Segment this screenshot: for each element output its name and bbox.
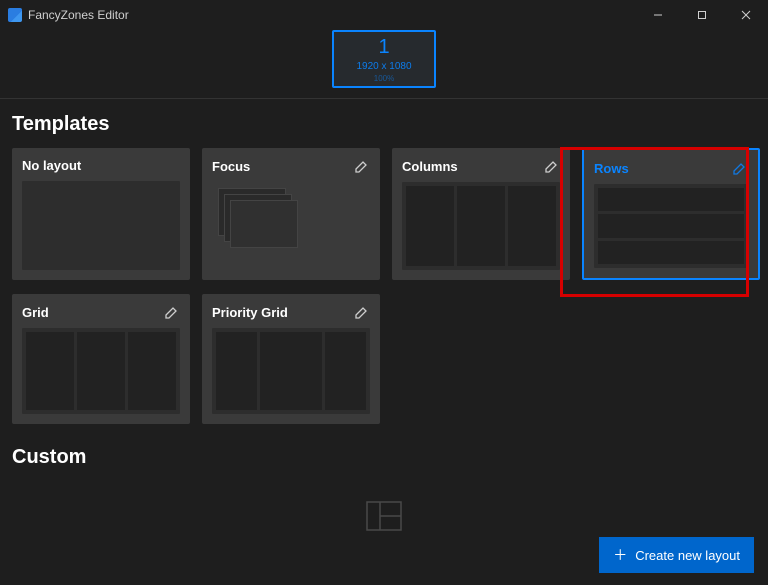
maximize-button[interactable]: [680, 0, 724, 30]
template-rows[interactable]: Rows: [582, 148, 760, 280]
layout-empty-icon: [366, 501, 402, 531]
card-title: No layout: [22, 158, 81, 173]
preview-rows: [594, 184, 748, 268]
preview-focus: [212, 182, 370, 270]
plus-icon: ＋: [613, 545, 627, 565]
templates-grid-row2: Grid Priority Grid: [0, 294, 768, 424]
monitor-1[interactable]: 1 1920 x 1080 100%: [332, 30, 436, 88]
template-grid[interactable]: Grid: [12, 294, 190, 424]
custom-heading: Custom: [0, 438, 768, 481]
template-no-layout[interactable]: No layout: [12, 148, 190, 280]
pencil-icon[interactable]: [544, 158, 560, 174]
monitor-scale: 100%: [374, 74, 394, 83]
monitor-selector: 1 1920 x 1080 100%: [0, 30, 768, 98]
window-controls: [636, 0, 768, 30]
minimize-button[interactable]: [636, 0, 680, 30]
card-title: Priority Grid: [212, 305, 288, 320]
title-bar: FancyZones Editor: [0, 0, 768, 30]
card-title: Rows: [594, 161, 629, 176]
app-icon: [8, 8, 22, 22]
preview-priority-grid: [212, 328, 370, 414]
templates-heading: Templates: [0, 105, 768, 148]
card-title: Grid: [22, 305, 49, 320]
pencil-icon[interactable]: [164, 304, 180, 320]
templates-grid: No layout Focus Columns Rows: [0, 148, 768, 280]
close-button[interactable]: [724, 0, 768, 30]
preview-no-layout: [22, 181, 180, 270]
template-priority-grid[interactable]: Priority Grid: [202, 294, 380, 424]
title-bar-left: FancyZones Editor: [8, 8, 129, 22]
preview-columns: [402, 182, 560, 270]
template-focus[interactable]: Focus: [202, 148, 380, 280]
card-title: Focus: [212, 159, 250, 174]
monitor-number: 1: [378, 36, 389, 59]
create-button-label: Create new layout: [635, 548, 740, 563]
create-new-layout-button[interactable]: ＋ Create new layout: [599, 537, 754, 573]
window-title: FancyZones Editor: [28, 8, 129, 22]
preview-grid: [22, 328, 180, 414]
pencil-icon[interactable]: [354, 304, 370, 320]
template-columns[interactable]: Columns: [392, 148, 570, 280]
pencil-icon[interactable]: [354, 158, 370, 174]
card-title: Columns: [402, 159, 458, 174]
monitor-resolution: 1920 x 1080: [356, 61, 411, 72]
divider: [0, 98, 768, 99]
pencil-icon[interactable]: [732, 160, 748, 176]
